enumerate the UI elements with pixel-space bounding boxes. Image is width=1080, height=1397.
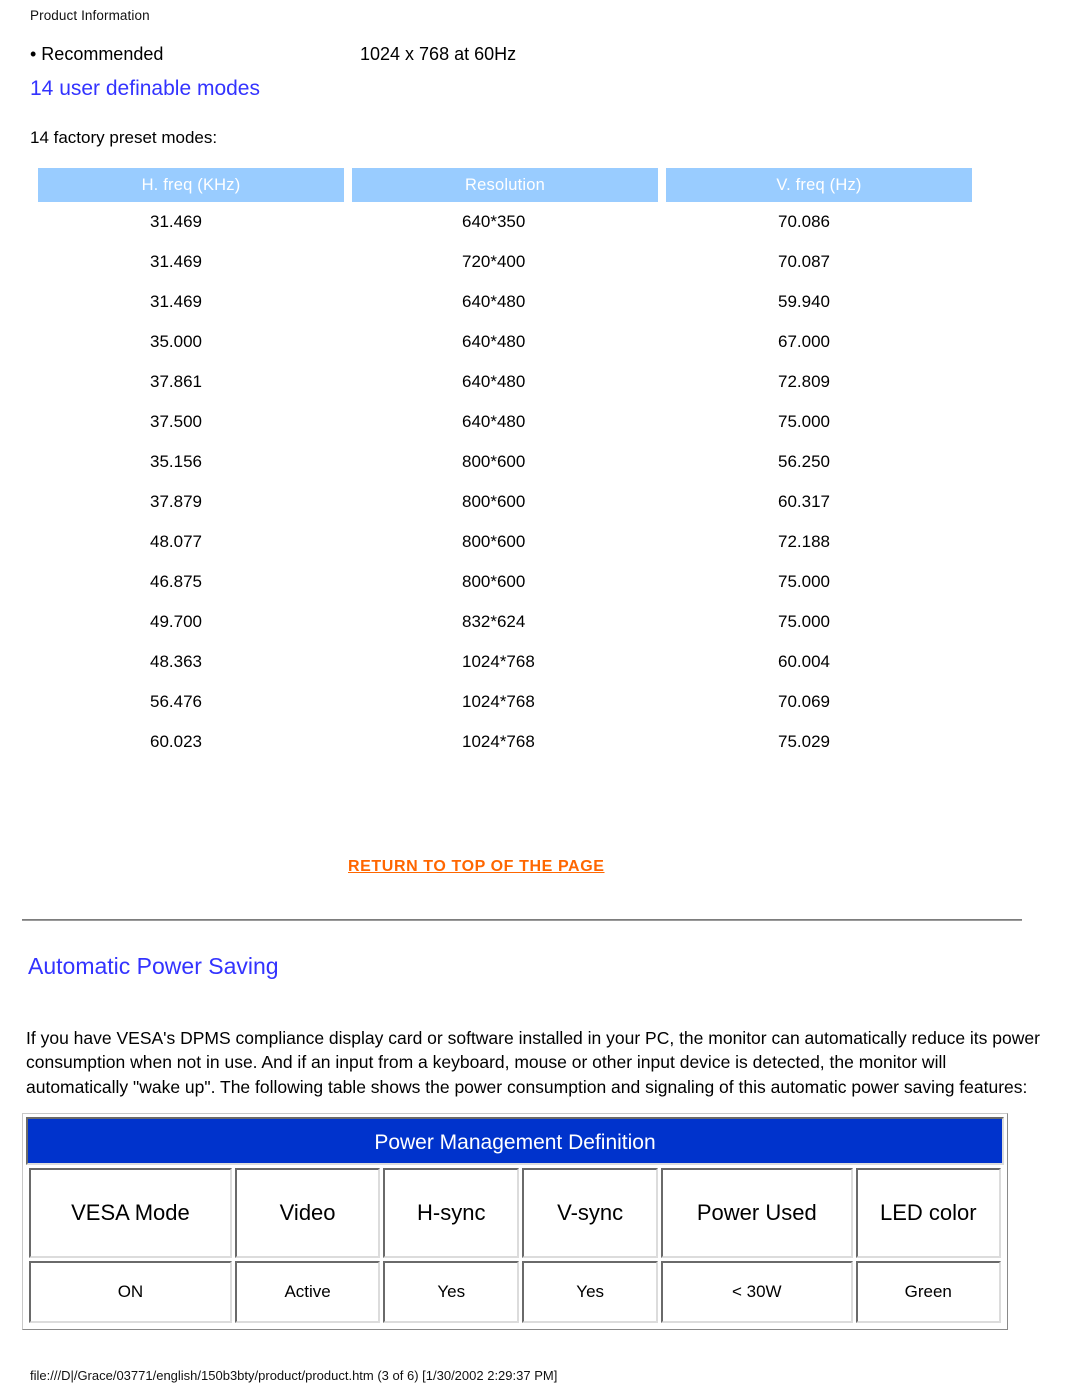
cell-vfreq: 70.087 xyxy=(666,242,972,282)
power-management-grid: VESA Mode Video H-sync V-sync Power Used… xyxy=(26,1165,1004,1326)
factory-preset-modes-label: 14 factory preset modes: xyxy=(30,128,218,147)
cell-hfreq: 37.879 xyxy=(38,482,344,522)
preset-modes-table: H. freq (KHz) Resolution V. freq (Hz) 31… xyxy=(30,168,980,762)
cell-hfreq: 37.500 xyxy=(38,402,344,442)
table-row: 31.469 720*400 70.087 xyxy=(38,242,972,282)
recommended-label: • Recommended xyxy=(30,44,164,64)
cell-vfreq: 60.004 xyxy=(666,642,972,682)
cell-video: Active xyxy=(234,1261,381,1323)
automatic-power-saving-paragraph: If you have VESA's DPMS compliance displ… xyxy=(26,1027,1040,1097)
column-header-vfreq: V. freq (Hz) xyxy=(666,168,972,202)
cell-hfreq: 48.363 xyxy=(38,642,344,682)
cell-resolution: 1024*768 xyxy=(352,722,658,762)
cell-vfreq: 67.000 xyxy=(666,322,972,362)
cell-vfreq: 59.940 xyxy=(666,282,972,322)
power-management-table: Power Management Definition VESA Mode Vi… xyxy=(22,1113,1008,1330)
table-row: 56.476 1024*768 70.069 xyxy=(38,682,972,722)
preset-modes-thead: H. freq (KHz) Resolution V. freq (Hz) xyxy=(38,168,972,202)
table-row: 37.861 640*480 72.809 xyxy=(38,362,972,402)
column-header-vsync: V-sync xyxy=(522,1168,659,1258)
cell-vfreq: 56.250 xyxy=(666,442,972,482)
table-row: 48.077 800*600 72.188 xyxy=(38,522,972,562)
cell-hfreq: 35.156 xyxy=(38,442,344,482)
cell-hfreq: 46.875 xyxy=(38,562,344,602)
table-row: 60.023 1024*768 75.029 xyxy=(38,722,972,762)
running-head: Product Information xyxy=(30,8,150,23)
cell-vfreq: 72.188 xyxy=(666,522,972,562)
column-header-hfreq: H. freq (KHz) xyxy=(38,168,344,202)
table-header-row: VESA Mode Video H-sync V-sync Power Used… xyxy=(29,1168,1001,1258)
cell-resolution: 640*480 xyxy=(352,322,658,362)
power-management-title: Power Management Definition xyxy=(26,1117,1004,1165)
table-row: 31.469 640*350 70.086 xyxy=(38,202,972,242)
cell-vfreq: 75.000 xyxy=(666,602,972,642)
document-page: Product Information • Recommended 1024 x… xyxy=(0,0,1080,1397)
cell-vfreq: 75.029 xyxy=(666,722,972,762)
table-row: 37.500 640*480 75.000 xyxy=(38,402,972,442)
user-definable-modes-heading: 14 user definable modes xyxy=(30,77,260,100)
cell-hfreq: 56.476 xyxy=(38,682,344,722)
table-row: 46.875 800*600 75.000 xyxy=(38,562,972,602)
cell-resolution: 1024*768 xyxy=(352,682,658,722)
table-row: 35.156 800*600 56.250 xyxy=(38,442,972,482)
page-footer: file:///D|/Grace/03771/english/150b3bty/… xyxy=(30,1368,558,1383)
cell-vesa-mode: ON xyxy=(29,1261,232,1323)
column-header-power-used: Power Used xyxy=(661,1168,853,1258)
cell-resolution: 720*400 xyxy=(352,242,658,282)
column-header-hsync: H-sync xyxy=(383,1168,520,1258)
cell-resolution: 1024*768 xyxy=(352,642,658,682)
column-header-led-color: LED color xyxy=(855,1168,1001,1258)
cell-vfreq: 60.317 xyxy=(666,482,972,522)
cell-hfreq: 49.700 xyxy=(38,602,344,642)
cell-vfreq: 75.000 xyxy=(666,402,972,442)
cell-hfreq: 37.861 xyxy=(38,362,344,402)
column-header-vesa-mode: VESA Mode xyxy=(29,1168,232,1258)
cell-resolution: 640*480 xyxy=(352,362,658,402)
table-row: 31.469 640*480 59.940 xyxy=(38,282,972,322)
cell-vsync: Yes xyxy=(522,1261,659,1323)
cell-vfreq: 72.809 xyxy=(666,362,972,402)
cell-resolution: 640*350 xyxy=(352,202,658,242)
preset-modes-tbody: 31.469 640*350 70.086 31.469 720*400 70.… xyxy=(38,202,972,762)
cell-vfreq: 70.069 xyxy=(666,682,972,722)
column-header-video: Video xyxy=(234,1168,381,1258)
cell-hsync: Yes xyxy=(383,1261,520,1323)
cell-hfreq: 48.077 xyxy=(38,522,344,562)
table-row: 37.879 800*600 60.317 xyxy=(38,482,972,522)
automatic-power-saving-heading: Automatic Power Saving xyxy=(28,953,279,979)
cell-hfreq: 31.469 xyxy=(38,242,344,282)
cell-resolution: 800*600 xyxy=(352,562,658,602)
cell-vfreq: 75.000 xyxy=(666,562,972,602)
cell-resolution: 640*480 xyxy=(352,282,658,322)
return-to-top-link[interactable]: RETURN TO TOP OF THE PAGE xyxy=(348,858,605,876)
cell-power-used: < 30W xyxy=(661,1261,853,1323)
cell-resolution: 800*600 xyxy=(352,522,658,562)
cell-hfreq: 35.000 xyxy=(38,322,344,362)
table-header-row: H. freq (KHz) Resolution V. freq (Hz) xyxy=(38,168,972,202)
table-row: 35.000 640*480 67.000 xyxy=(38,322,972,362)
recommended-row: • Recommended 1024 x 768 at 60Hz xyxy=(30,44,990,68)
cell-hfreq: 31.469 xyxy=(38,282,344,322)
section-divider xyxy=(22,919,1022,921)
recommended-value: 1024 x 768 at 60Hz xyxy=(360,44,517,64)
table-row: 48.363 1024*768 60.004 xyxy=(38,642,972,682)
cell-led-color: Green xyxy=(855,1261,1001,1323)
table-row: ON Active Yes Yes < 30W Green xyxy=(29,1261,1001,1323)
cell-vfreq: 70.086 xyxy=(666,202,972,242)
cell-resolution: 640*480 xyxy=(352,402,658,442)
cell-hfreq: 31.469 xyxy=(38,202,344,242)
power-management-tbody: VESA Mode Video H-sync V-sync Power Used… xyxy=(29,1168,1001,1323)
cell-hfreq: 60.023 xyxy=(38,722,344,762)
cell-resolution: 800*600 xyxy=(352,482,658,522)
column-header-resolution: Resolution xyxy=(352,168,658,202)
cell-resolution: 800*600 xyxy=(352,442,658,482)
table-row: 49.700 832*624 75.000 xyxy=(38,602,972,642)
cell-resolution: 832*624 xyxy=(352,602,658,642)
